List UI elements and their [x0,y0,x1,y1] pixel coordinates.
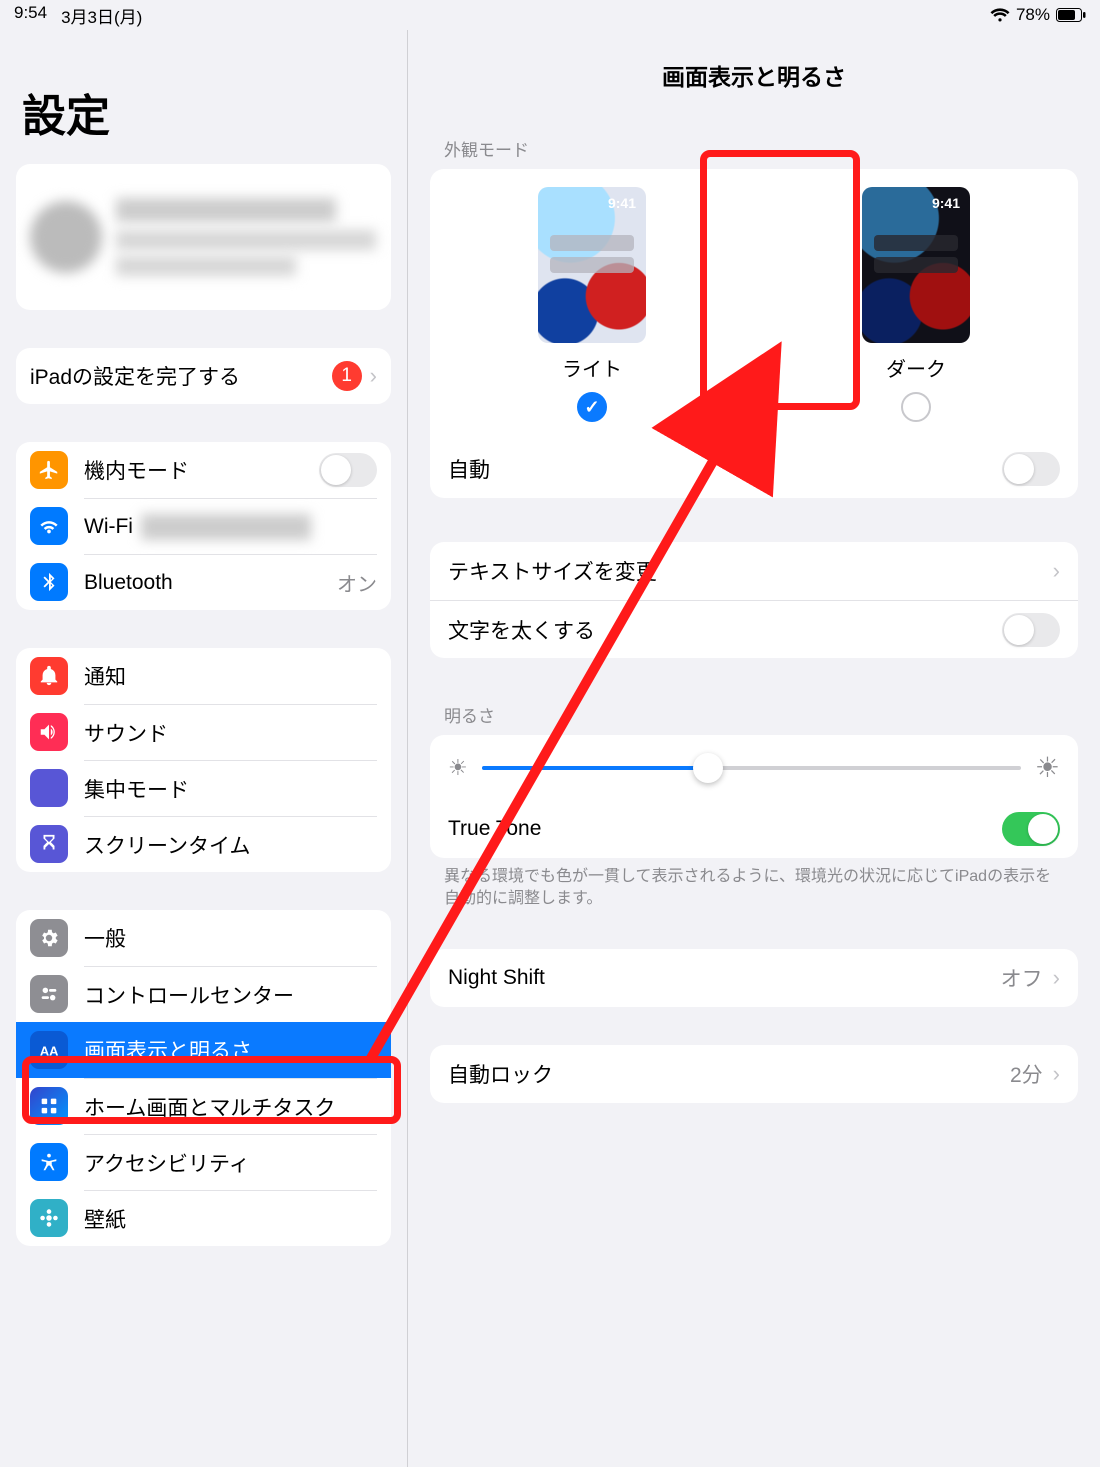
accessibility-icon [30,1143,68,1181]
dark-radio[interactable] [901,392,931,422]
chevron-right-icon: › [370,363,377,389]
gear-icon [30,919,68,957]
status-bar: 9:54 3月3日(月) 78% [0,0,1100,30]
brightness-slider-row[interactable]: ☀︎ ☀︎ [430,735,1078,800]
svg-text:AA: AA [40,1044,59,1059]
sidebar-title: 設定 [22,80,391,144]
battery-percent: 78% [1016,5,1050,25]
sidebar-item-home-screen[interactable]: ホーム画面とマルチタスク [16,1078,391,1134]
sidebar-item-general[interactable]: 一般 [16,910,391,966]
brightness-slider[interactable] [482,766,1021,770]
sidebar-item-notifications[interactable]: 通知 [16,648,391,704]
status-time: 9:54 [14,3,47,28]
bluetooth-icon [30,563,68,601]
sidebar-item-sound[interactable]: サウンド [16,704,391,760]
auto-appearance-row[interactable]: 自動 [430,440,1078,498]
notification-badge: 1 [332,361,362,391]
auto-lock-row[interactable]: 自動ロック 2分 › [430,1045,1078,1103]
grid-icon [30,1087,68,1125]
chevron-right-icon: › [1053,965,1060,991]
sidebar-item-airplane[interactable]: 機内モード [16,442,391,498]
appearance-header: 外観モード [444,136,1078,161]
status-date: 3月3日(月) [61,3,142,28]
flower-icon [30,1199,68,1237]
airplane-toggle[interactable] [319,453,377,487]
hourglass-icon [30,825,68,863]
text-size-icon: AA [30,1031,68,1069]
apple-id-card[interactable] [16,164,391,310]
sidebar-item-wallpaper[interactable]: 壁紙 [16,1190,391,1246]
text-size-row[interactable]: テキストサイズを変更 › [430,542,1078,600]
sidebar-item-accessibility[interactable]: アクセシビリティ [16,1134,391,1190]
finish-setup-row[interactable]: iPadの設定を完了する 1 › [16,348,391,404]
truetone-row[interactable]: True Tone [430,800,1078,858]
truetone-toggle[interactable] [1002,812,1060,846]
wifi-network-redacted [141,514,311,540]
brightness-header: 明るさ [444,702,1078,727]
chevron-right-icon: › [1053,1061,1060,1087]
wifi-icon [990,8,1010,22]
speaker-icon [30,713,68,751]
sidebar-item-focus[interactable]: 集中モード [16,760,391,816]
sidebar-item-wifi[interactable]: Wi-Fi [16,498,391,554]
finish-setup-label: iPadの設定を完了する [30,361,240,391]
airplane-icon [30,451,68,489]
settings-sidebar: 設定 iPadの設定を完了する 1 › 機内モード [0,30,408,1467]
avatar [30,201,102,273]
user-sub-redacted [116,230,376,250]
sidebar-item-screentime[interactable]: スクリーンタイム [16,816,391,872]
light-radio[interactable] [577,392,607,422]
sidebar-item-display-brightness[interactable]: AA 画面表示と明るさ [16,1022,391,1078]
user-name-redacted [116,198,336,222]
dark-preview: 9:41 [862,187,970,343]
user-sub-redacted [116,256,296,276]
sun-min-icon: ☀︎ [448,755,468,781]
night-shift-row[interactable]: Night Shift オフ › [430,949,1078,1007]
appearance-option-light[interactable]: 9:41 ライト [538,187,646,422]
wifi-icon [30,507,68,545]
detail-title: 画面表示と明るさ [430,58,1078,92]
sidebar-item-control-center[interactable]: コントロールセンター [16,966,391,1022]
sidebar-item-bluetooth[interactable]: Bluetooth オン [16,554,391,610]
battery-icon [1056,8,1086,22]
truetone-footer: 異なる環境でも色が一貫して表示されるように、環境光の状況に応じてiPadの表示を… [444,866,1064,911]
bold-toggle[interactable] [1002,613,1060,647]
moon-icon [30,769,68,807]
bold-text-row[interactable]: 文字を太くする [430,600,1078,658]
toggles-icon [30,975,68,1013]
chevron-right-icon: › [1053,558,1060,584]
light-preview: 9:41 [538,187,646,343]
auto-toggle[interactable] [1002,452,1060,486]
sun-max-icon: ☀︎ [1035,751,1060,784]
appearance-option-dark[interactable]: 9:41 ダーク [862,187,970,422]
detail-pane: 画面表示と明るさ 外観モード 9:41 ライト 9:41 ダー [408,30,1100,1467]
bell-icon [30,657,68,695]
bluetooth-value: オン [337,568,377,597]
